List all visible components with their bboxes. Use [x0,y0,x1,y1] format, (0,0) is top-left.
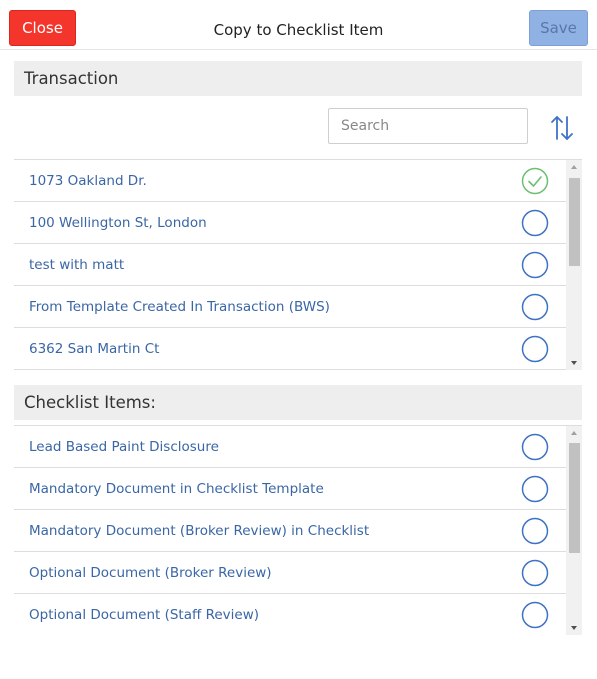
modal-header: Close Copy to Checklist Item Save [0,0,597,50]
checklist-row[interactable]: Optional Document (Staff Review) [14,594,566,635]
transaction-row[interactable]: 100 Wellington St, London [14,202,566,244]
radio-empty-icon[interactable] [521,601,549,629]
checklist-heading: Checklist Items: [14,385,582,420]
search-input[interactable] [328,108,528,144]
checklist-row-label[interactable]: Optional Document (Staff Review) [29,594,259,635]
radio-empty-icon[interactable] [521,251,549,279]
scroll-thumb[interactable] [569,178,580,266]
checklist-row[interactable]: Optional Document (Broker Review) [14,552,566,594]
save-button[interactable]: Save [529,10,588,46]
checklist-row-label[interactable]: Mandatory Document (Broker Review) in Ch… [29,510,369,552]
checklist-row-label[interactable]: Mandatory Document in Checklist Template [29,468,324,510]
scroll-down-icon[interactable] [566,621,582,635]
scroll-thumb[interactable] [569,443,580,553]
transaction-row[interactable]: 1073 Oakland Dr. [14,160,566,202]
transaction-row[interactable]: test with matt [14,244,566,286]
radio-empty-icon[interactable] [521,335,549,363]
transaction-list: 1073 Oakland Dr. 100 Wellington St, Londo… [14,159,582,370]
transaction-heading: Transaction [14,61,582,96]
checklist-scrollbar[interactable] [566,426,582,635]
sort-arrows-icon[interactable] [548,114,576,142]
scroll-up-icon[interactable] [566,160,582,174]
scroll-up-icon[interactable] [566,426,582,440]
checklist-row-label[interactable]: Optional Document (Broker Review) [29,552,272,594]
transaction-row-label[interactable]: 100 Wellington St, London [29,202,207,244]
checklist-row[interactable]: Lead Based Paint Disclosure [14,426,566,468]
checklist-list: Lead Based Paint Disclosure Mandatory Doc… [14,425,582,635]
transaction-row-label[interactable]: 1073 Oakland Dr. [29,160,147,202]
radio-empty-icon[interactable] [521,475,549,503]
transaction-row-label[interactable]: From Template Created In Transaction (BW… [29,286,330,328]
check-circle-icon[interactable] [521,167,549,195]
radio-empty-icon[interactable] [521,293,549,321]
transaction-row-label[interactable]: test with matt [29,244,124,286]
radio-empty-icon[interactable] [521,559,549,587]
scroll-down-icon[interactable] [566,356,582,370]
checklist-row[interactable]: Mandatory Document in Checklist Template [14,468,566,510]
transaction-row[interactable]: 6362 San Martin Ct [14,328,566,370]
modal-title: Copy to Checklist Item [213,21,384,39]
radio-empty-icon[interactable] [521,433,549,461]
checklist-row[interactable]: Mandatory Document (Broker Review) in Ch… [14,510,566,552]
radio-empty-icon[interactable] [521,517,549,545]
transaction-row-label[interactable]: 6362 San Martin Ct [29,328,159,370]
checklist-row-label[interactable]: Lead Based Paint Disclosure [29,426,219,468]
transaction-scrollbar[interactable] [566,160,582,370]
radio-empty-icon[interactable] [521,209,549,237]
transaction-row[interactable]: From Template Created In Transaction (BW… [14,286,566,328]
